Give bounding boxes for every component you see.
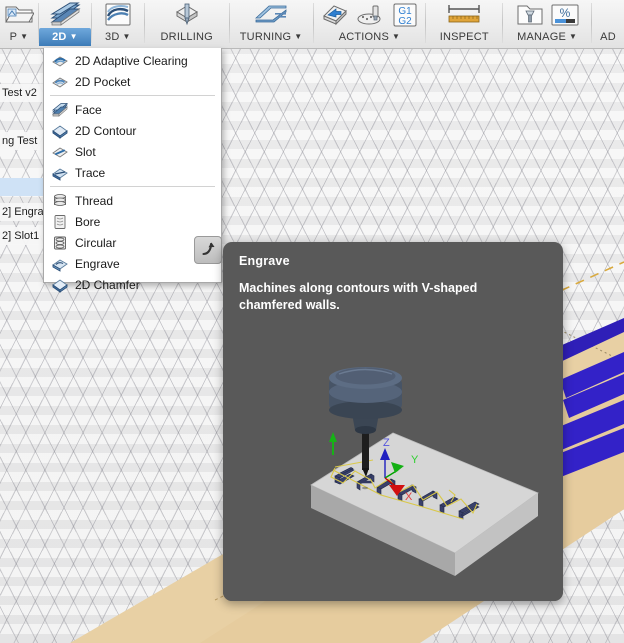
- ribbon-panel-3d[interactable]: 3D ▼: [92, 0, 144, 48]
- menu-item-label: Bore: [75, 214, 101, 229]
- menu-item-label: Thread: [75, 193, 114, 208]
- svg-text:G2: G2: [399, 16, 413, 27]
- actions-icon-group: G1 G2: [314, 0, 426, 28]
- engrave-tooltip: Engrave Machines along contours with V-s…: [223, 242, 563, 601]
- slot-icon: [52, 144, 68, 160]
- ribbon-panel-drilling[interactable]: DRILLING: [145, 0, 229, 48]
- post-process-g1-g2-icon: G1 G2: [393, 3, 417, 27]
- menu-item-thread[interactable]: Thread: [44, 190, 221, 211]
- ribbon-panel-actions[interactable]: G1 G2 ACTIONS ▼: [314, 0, 426, 48]
- menu-item-label: 2D Adaptive Clearing: [75, 53, 188, 68]
- contour-icon: [52, 123, 68, 139]
- menu-item-2d-contour[interactable]: 2D Contour: [44, 120, 221, 141]
- ribbon-label-2d: 2D ▼: [38, 28, 91, 46]
- menu-item-bore[interactable]: Bore: [44, 211, 221, 232]
- machining-time-icon: [357, 5, 381, 24]
- menu-item-label: 2D Contour: [75, 123, 137, 138]
- ribbon-panel-2d[interactable]: 2D ▼: [38, 0, 91, 48]
- tree-item-label: ng Test: [2, 135, 38, 147]
- menu-item-label: 2D Pocket: [75, 74, 131, 89]
- chamfer-icon: [52, 277, 68, 293]
- menu-item-label: Trace: [75, 165, 106, 180]
- ribbon-panel-inspect[interactable]: INSPECT: [426, 0, 502, 48]
- ribbon-panel-manage[interactable]: % MANAGE ▼: [503, 0, 591, 48]
- menu-item-trace[interactable]: Trace: [44, 162, 221, 183]
- tree-item-label: Test v2: [2, 87, 37, 99]
- fusion-cam-window: Test v2 ng Test 2] Engrav 2] Slot1 (P ▼…: [0, 0, 624, 643]
- ribbon-label-manage: MANAGE ▼: [517, 31, 578, 43]
- ribbon-label-actions: ACTIONS ▼: [338, 31, 401, 43]
- simulate-icon: [323, 4, 348, 25]
- adaptive-clearing-icon: [52, 53, 68, 69]
- svg-text:Y: Y: [411, 454, 419, 466]
- menu-item-2d-adaptive-clearing[interactable]: 2D Adaptive Clearing: [44, 50, 221, 71]
- pocket-icon: [52, 74, 68, 90]
- trace-icon: [52, 165, 68, 181]
- tool-library-percent-icon: %: [551, 4, 579, 25]
- menu-item-2d-chamfer[interactable]: 2D Chamfer: [44, 274, 221, 295]
- menu-item-face[interactable]: Face: [44, 99, 221, 120]
- engrave-icon: [52, 256, 68, 272]
- tooltip-title: Engrave: [239, 254, 290, 268]
- menu-item-label: Slot: [75, 144, 96, 159]
- ribbon-label-addins: AD: [600, 31, 616, 43]
- ribbon-label-setup: P ▼: [9, 31, 29, 43]
- ribbon-label-turning: TURNING ▼: [239, 31, 303, 43]
- ribbon-label-inspect: INSPECT: [439, 31, 489, 43]
- ribbon-panel-addins[interactable]: AD: [592, 0, 624, 48]
- circular-icon: [52, 235, 68, 251]
- engrave-preview-image: Z Y X: [223, 330, 563, 601]
- menu-item-label: 2D Chamfer: [75, 277, 140, 292]
- two-d-toolpath-icon: [39, 0, 91, 28]
- three-d-toolpath-icon: [92, 0, 144, 28]
- ribbon-panel-setup[interactable]: P ▼: [0, 0, 38, 48]
- add-ins-icon: [592, 0, 624, 28]
- menu-item-label: Face: [75, 102, 102, 117]
- svg-text:X: X: [405, 491, 413, 503]
- bore-icon: [52, 214, 68, 230]
- setup-folder-icon: [0, 0, 38, 28]
- menu-separator: [50, 186, 215, 187]
- ribbon-label-drilling: DRILLING: [160, 31, 213, 43]
- tooltip-description: Machines along contours with V-shaped ch…: [239, 281, 478, 312]
- thread-icon: [52, 193, 68, 209]
- ribbon-panel-turning[interactable]: TURNING ▼: [230, 0, 313, 48]
- menu-separator: [50, 95, 215, 96]
- manage-icon-group: %: [503, 0, 591, 28]
- ruler-icon: [426, 0, 502, 28]
- turning-icon: [230, 0, 313, 28]
- menu-item-slot[interactable]: Slot: [44, 141, 221, 162]
- tree-item-label: 2] Slot1 (: [2, 230, 47, 242]
- svg-text:%: %: [559, 6, 570, 20]
- svg-text:Z: Z: [383, 437, 390, 449]
- face-icon: [52, 102, 68, 118]
- ribbon-label-3d: 3D ▼: [105, 31, 131, 43]
- drill-bit-icon: [145, 0, 229, 28]
- ribbon-toolbar: P ▼ 2D ▼ 3D ▼ DRILLING TURNING ▼ G1 G2 A…: [0, 0, 624, 49]
- curved-arrow-cursor-icon: [194, 236, 222, 264]
- menu-item-label: Circular: [75, 235, 117, 250]
- menu-item-label: Engrave: [75, 256, 120, 271]
- menu-item-2d-pocket[interactable]: 2D Pocket: [44, 71, 221, 92]
- manage-tool-icon: [517, 5, 543, 24]
